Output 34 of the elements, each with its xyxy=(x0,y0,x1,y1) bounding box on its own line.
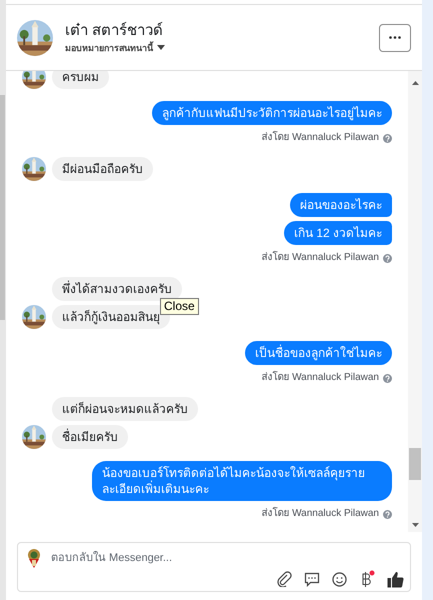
chat-icon[interactable] xyxy=(304,572,320,586)
message-bubble: มีผ่อนมือถือครับ xyxy=(52,157,153,181)
message-bubble: ครบผม xyxy=(52,71,109,89)
contact-name: เต๋า สตาร์ชาวด์ xyxy=(65,20,164,40)
message-bubble: พึ่งได้สามงวดเองครับ xyxy=(52,277,182,301)
scroll-down-icon[interactable] xyxy=(412,523,418,527)
message-bubble: เกิน 12 งวดไมคะ xyxy=(284,221,392,245)
message-bubble: ลูกค้ากับแฟนมีประวัติการผ่อนอะไรอยู่ไมคะ xyxy=(152,101,392,125)
more-icon xyxy=(389,36,401,39)
more-button[interactable] xyxy=(379,24,411,52)
message-bubble: ชื่อเมียครับ xyxy=(52,425,128,449)
message-bubble: เป็นชื่อของลูกค้าใช่ไมคะ xyxy=(245,341,392,365)
help-icon[interactable] xyxy=(383,134,392,142)
help-icon[interactable] xyxy=(383,374,392,382)
scroll-up-icon[interactable] xyxy=(412,81,418,85)
sent-by-caption: ส่งโดย Wannaluck Pilawan xyxy=(261,371,379,385)
sent-by-caption: ส่งโดย Wannaluck Pilawan xyxy=(261,507,379,521)
thumbs-up-icon[interactable] xyxy=(387,570,404,588)
caret-icon xyxy=(157,45,165,50)
message-input[interactable]: ตอบกลับใน Messenger... xyxy=(51,550,172,566)
sent-by-caption: ส่งโดย Wannaluck Pilawan xyxy=(261,251,379,265)
assign-dropdown[interactable]: มอบหมายการสนทนานี้ xyxy=(65,40,379,54)
scrollbar-thumb[interactable] xyxy=(0,95,5,320)
help-icon[interactable] xyxy=(383,254,392,262)
help-icon[interactable] xyxy=(383,510,392,518)
scrollbar-thumb[interactable] xyxy=(409,448,421,480)
message-bubble: แต่ก็ผ่อนจะหมดแล้วครับ xyxy=(52,397,198,421)
tooltip: Close xyxy=(160,298,199,315)
message-bubble: น้องขอเบอร์โทรติดต่อได้ไมคะน้องจะให้เซลล์คุยรายละเอียดเพิ่มเติมนะคะ xyxy=(92,461,392,501)
sent-by-caption: ส่งโดย Wannaluck Pilawan xyxy=(261,131,379,145)
emoji-icon[interactable] xyxy=(332,572,347,586)
paperclip-icon[interactable] xyxy=(276,571,292,587)
message-bubble: ผ่อนของอะไรคะ xyxy=(290,193,392,217)
reply-box[interactable]: ตอบกลับใน Messenger... xyxy=(17,542,411,592)
